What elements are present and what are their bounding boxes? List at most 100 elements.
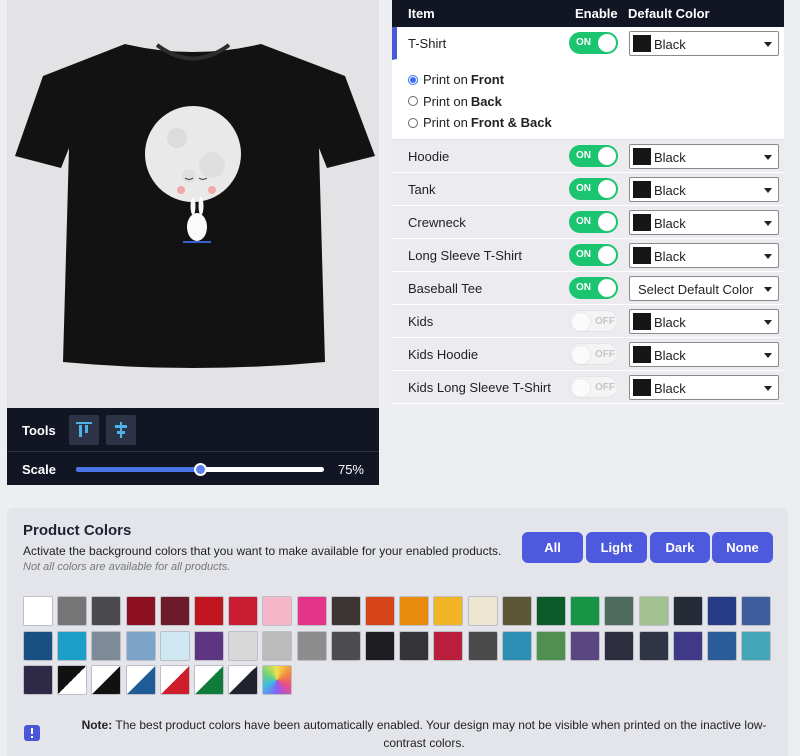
color-swatch[interactable] bbox=[330, 630, 361, 661]
align-center-button[interactable] bbox=[106, 415, 136, 445]
scale-slider-thumb[interactable] bbox=[194, 463, 207, 476]
filter-light-button[interactable]: Light bbox=[586, 532, 647, 563]
default-color-select[interactable]: Black bbox=[629, 31, 779, 56]
color-swatch[interactable] bbox=[296, 630, 327, 661]
filter-all-button[interactable]: All bbox=[522, 532, 583, 563]
color-swatch[interactable] bbox=[467, 630, 498, 661]
color-swatch[interactable] bbox=[57, 596, 88, 626]
default-color-select[interactable]: Black bbox=[629, 243, 779, 268]
color-swatch[interactable] bbox=[707, 596, 737, 626]
color-swatch[interactable] bbox=[672, 630, 703, 661]
table-row: Long Sleeve T-Shirt ON Black bbox=[392, 239, 784, 272]
product-colors-note: Not all colors are available for all pro… bbox=[23, 561, 231, 573]
toggle-label: ON bbox=[576, 282, 591, 293]
color-swatch[interactable] bbox=[23, 630, 53, 661]
default-color-value: Black bbox=[654, 249, 686, 264]
color-swatch[interactable] bbox=[433, 596, 464, 626]
default-color-select[interactable]: Black bbox=[629, 144, 779, 169]
color-swatch[interactable] bbox=[228, 630, 259, 661]
color-swatch[interactable] bbox=[23, 665, 53, 695]
color-swatch-split[interactable] bbox=[91, 665, 122, 695]
enable-toggle[interactable]: ON bbox=[569, 211, 618, 233]
radio-button[interactable] bbox=[408, 96, 418, 106]
default-color-select[interactable]: Select Default Color bbox=[629, 276, 779, 301]
enable-toggle[interactable]: ON bbox=[569, 145, 618, 167]
color-swatch[interactable] bbox=[501, 596, 532, 626]
print-option-side: Front bbox=[470, 72, 505, 87]
print-option-radio[interactable]: Print on Front bbox=[408, 72, 504, 87]
color-swatch[interactable] bbox=[365, 630, 395, 661]
print-option-side: Front & Back bbox=[470, 115, 552, 130]
scale-slider[interactable] bbox=[76, 463, 324, 476]
header-item: Item bbox=[408, 6, 435, 21]
color-swatch-split[interactable] bbox=[228, 665, 259, 695]
enable-toggle[interactable]: ON bbox=[569, 244, 618, 266]
color-swatch-tie-dye[interactable] bbox=[262, 665, 293, 695]
color-swatch[interactable] bbox=[433, 630, 464, 661]
default-color-select[interactable]: Black bbox=[629, 375, 779, 400]
color-swatch[interactable] bbox=[91, 630, 122, 661]
color-swatch-split[interactable] bbox=[125, 665, 156, 695]
filter-none-button[interactable]: None bbox=[712, 532, 773, 563]
color-swatch[interactable] bbox=[604, 630, 635, 661]
color-swatch[interactable] bbox=[707, 630, 737, 661]
color-swatch[interactable] bbox=[296, 596, 327, 626]
color-swatch[interactable] bbox=[194, 630, 224, 661]
color-swatch[interactable] bbox=[399, 630, 430, 661]
chevron-down-icon bbox=[764, 287, 772, 292]
color-swatch[interactable] bbox=[330, 596, 361, 626]
color-swatch[interactable] bbox=[262, 630, 293, 661]
enable-toggle[interactable]: ON bbox=[569, 178, 618, 200]
color-swatch[interactable] bbox=[399, 596, 430, 626]
chevron-down-icon bbox=[764, 221, 772, 226]
color-swatch[interactable] bbox=[638, 596, 669, 626]
color-swatch[interactable] bbox=[570, 630, 601, 661]
print-option-radio[interactable]: Print on Front & Back bbox=[408, 115, 552, 130]
color-swatch[interactable] bbox=[365, 596, 395, 626]
color-swatch-split[interactable] bbox=[194, 665, 224, 695]
color-swatch[interactable] bbox=[467, 596, 498, 626]
default-color-select[interactable]: Black bbox=[629, 210, 779, 235]
enable-toggle[interactable]: OFF bbox=[569, 376, 618, 398]
color-swatch[interactable] bbox=[159, 630, 190, 661]
align-top-button[interactable] bbox=[69, 415, 99, 445]
enable-toggle[interactable]: OFF bbox=[569, 343, 618, 365]
enable-toggle[interactable]: ON bbox=[569, 277, 618, 299]
color-swatch[interactable] bbox=[125, 596, 156, 626]
info-icon bbox=[24, 725, 40, 741]
color-swatch-split[interactable] bbox=[159, 665, 190, 695]
print-option-radio[interactable]: Print on Back bbox=[408, 94, 502, 109]
radio-button[interactable] bbox=[408, 117, 418, 128]
default-color-select[interactable]: Black bbox=[629, 309, 779, 334]
color-swatch[interactable] bbox=[23, 596, 53, 626]
enable-toggle[interactable]: ON bbox=[569, 32, 618, 54]
filter-dark-button[interactable]: Dark bbox=[650, 532, 710, 563]
align-top-icon bbox=[76, 422, 92, 437]
color-swatch[interactable] bbox=[741, 630, 772, 661]
color-swatch[interactable] bbox=[501, 630, 532, 661]
color-swatch[interactable] bbox=[194, 596, 224, 626]
color-swatch[interactable] bbox=[262, 596, 293, 626]
toggle-knob bbox=[598, 180, 616, 198]
color-swatch[interactable] bbox=[57, 630, 88, 661]
radio-button[interactable] bbox=[408, 74, 418, 85]
color-swatch[interactable] bbox=[91, 596, 122, 626]
color-swatch bbox=[633, 346, 651, 363]
color-swatch[interactable] bbox=[570, 596, 601, 626]
color-swatch[interactable] bbox=[228, 596, 259, 626]
color-swatch[interactable] bbox=[741, 596, 772, 626]
default-color-value: Black bbox=[654, 348, 686, 363]
color-swatch[interactable] bbox=[638, 630, 669, 661]
enable-toggle[interactable]: OFF bbox=[569, 310, 618, 332]
default-color-select[interactable]: Black bbox=[629, 177, 779, 202]
color-swatch[interactable] bbox=[125, 630, 156, 661]
chevron-down-icon bbox=[764, 254, 772, 259]
color-swatch[interactable] bbox=[536, 596, 566, 626]
color-swatch[interactable] bbox=[536, 630, 566, 661]
header-default-color: Default Color bbox=[628, 6, 710, 21]
color-swatch[interactable] bbox=[604, 596, 635, 626]
color-swatch[interactable] bbox=[159, 596, 190, 626]
color-swatch[interactable] bbox=[672, 596, 703, 626]
color-swatch-split[interactable] bbox=[57, 665, 88, 695]
default-color-select[interactable]: Black bbox=[629, 342, 779, 367]
